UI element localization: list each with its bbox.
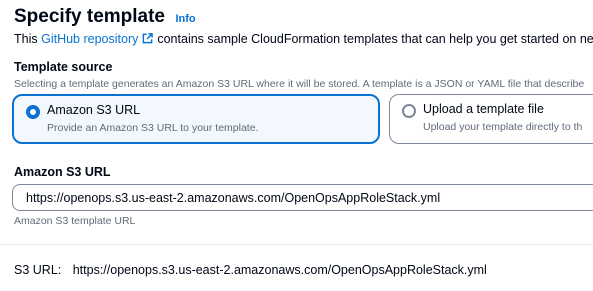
amazon-s3-url-input[interactable] <box>12 184 593 211</box>
option-amazon-s3-url-description: Provide an Amazon S3 URL to your templat… <box>47 122 259 134</box>
template-source-label: Template source <box>14 60 113 74</box>
info-link[interactable]: Info <box>175 13 195 25</box>
github-repository-link-text: GitHub repository <box>41 32 139 46</box>
description-suffix: contains sample CloudFormation templates… <box>157 32 593 46</box>
radio-amazon-s3-url[interactable] <box>26 105 40 119</box>
s3-url-summary-value: https://openops.s3.us-east-2.amazonaws.c… <box>72 263 487 277</box>
amazon-s3-url-help: Amazon S3 template URL <box>14 215 136 227</box>
template-source-description: Selecting a template generates an Amazon… <box>14 78 585 90</box>
description-prefix: This <box>14 32 42 46</box>
header: Specify template Info <box>14 6 196 28</box>
page-title: Specify template <box>14 6 165 27</box>
amazon-s3-url-label: Amazon S3 URL <box>14 165 111 179</box>
specify-template-panel: Specify template Info This GitHub reposi… <box>0 0 593 291</box>
option-upload-template-file-description: Upload your template directly to th <box>423 121 583 133</box>
option-upload-template-file-title: Upload a template file <box>423 102 544 116</box>
option-upload-template-file[interactable]: Upload a template file Upload your templ… <box>389 94 593 144</box>
s3-url-summary-label: S3 URL: <box>14 263 62 277</box>
external-link-icon <box>143 33 154 44</box>
radio-upload-template-file[interactable] <box>402 104 416 118</box>
template-description: This GitHub repository contains sample Cl… <box>14 32 593 46</box>
option-amazon-s3-url[interactable]: Amazon S3 URL Provide an Amazon S3 URL t… <box>12 94 380 144</box>
github-repository-link[interactable]: GitHub repository <box>41 32 157 46</box>
divider <box>0 244 593 245</box>
option-amazon-s3-url-title: Amazon S3 URL <box>47 103 141 117</box>
s3-url-summary: S3 URL: https://openops.s3.us-east-2.ama… <box>14 263 487 277</box>
